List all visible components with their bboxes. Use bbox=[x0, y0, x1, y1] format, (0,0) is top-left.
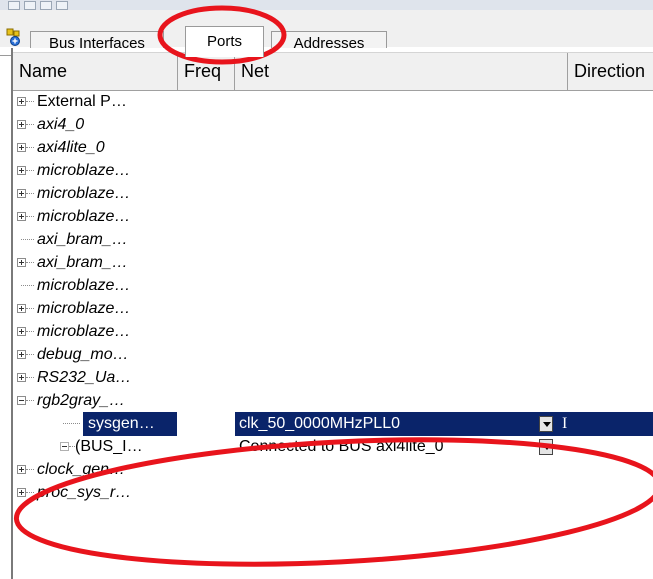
row-label: microblaze… bbox=[37, 300, 131, 317]
row-label: microblaze… bbox=[37, 323, 131, 340]
column-header-name[interactable]: Name bbox=[13, 53, 178, 90]
tree-line bbox=[26, 400, 34, 401]
tree-row-selected[interactable]: sysgen… clk_50_0000MHzPLL0 I bbox=[13, 412, 653, 436]
expand-icon[interactable] bbox=[17, 350, 26, 359]
expand-icon[interactable] bbox=[17, 143, 26, 152]
tab-ports[interactable]: Ports bbox=[185, 26, 264, 57]
row-label: clock_gen… bbox=[37, 461, 126, 478]
toolbar-button-icon[interactable] bbox=[40, 1, 52, 10]
expand-icon[interactable] bbox=[17, 465, 26, 474]
tree-line bbox=[26, 193, 34, 194]
tab-strip: Bus Interfaces Ports Addresses bbox=[0, 10, 653, 57]
tree-line bbox=[26, 308, 34, 309]
expand-icon[interactable] bbox=[17, 304, 26, 313]
tree-line bbox=[26, 147, 34, 148]
row-label: (BUS_I… bbox=[75, 438, 143, 455]
tree-row[interactable]: rgb2gray_… bbox=[13, 389, 653, 413]
row-label: axi_bram_… bbox=[37, 231, 128, 248]
row-label: RS232_Ua… bbox=[37, 369, 132, 386]
chevron-down-icon[interactable] bbox=[539, 416, 553, 432]
tree-row[interactable]: axi_bram_… bbox=[13, 228, 653, 252]
toolbar-button-icon[interactable] bbox=[24, 1, 36, 10]
tree-row[interactable]: microblaze… bbox=[13, 159, 653, 183]
expand-icon[interactable] bbox=[17, 189, 26, 198]
row-label: microblaze… bbox=[37, 162, 131, 179]
row-label: External P… bbox=[37, 93, 127, 110]
tree-row[interactable]: microblaze… bbox=[13, 297, 653, 321]
expand-icon[interactable] bbox=[17, 166, 26, 175]
tree-row[interactable]: microblaze… bbox=[13, 320, 653, 344]
expand-icon[interactable] bbox=[17, 97, 26, 106]
row-label: rgb2gray_… bbox=[37, 392, 126, 409]
tree-line bbox=[63, 423, 80, 424]
tree-line bbox=[26, 170, 34, 171]
tree-row[interactable]: microblaze… bbox=[13, 182, 653, 206]
tree-line bbox=[21, 285, 34, 286]
node-box-icon bbox=[60, 442, 69, 451]
tree-row[interactable]: clock_gen… bbox=[13, 458, 653, 482]
row-label: microblaze… bbox=[37, 185, 131, 202]
direction-value: I bbox=[562, 415, 568, 432]
tree-line bbox=[26, 262, 34, 263]
expand-icon[interactable] bbox=[17, 327, 26, 336]
tree-row[interactable]: External P… bbox=[13, 90, 653, 114]
ports-panel: Name Freq Net Direction External P… axi4… bbox=[11, 48, 653, 579]
tree-row[interactable]: microblaze… bbox=[13, 274, 653, 298]
tree-row[interactable]: microblaze… bbox=[13, 205, 653, 229]
tree-row[interactable]: axi_bram_… bbox=[13, 251, 653, 275]
tree-line bbox=[21, 239, 34, 240]
row-label: sysgen… bbox=[88, 415, 155, 432]
collapse-icon[interactable] bbox=[17, 396, 26, 405]
add-ip-icon[interactable] bbox=[6, 28, 24, 46]
tree-row[interactable]: proc_sys_r… bbox=[13, 481, 653, 505]
tree-line bbox=[26, 331, 34, 332]
tree-row[interactable]: RS232_Ua… bbox=[13, 366, 653, 390]
column-header: Name Freq Net Direction bbox=[13, 52, 653, 91]
expand-icon[interactable] bbox=[17, 373, 26, 382]
tree-line bbox=[26, 377, 34, 378]
column-header-freq[interactable]: Freq bbox=[178, 53, 235, 90]
tree-row[interactable]: debug_mo… bbox=[13, 343, 653, 367]
row-label: debug_mo… bbox=[37, 346, 129, 363]
tree-row[interactable]: (BUS_I… Connected to BUS axi4lite_0 bbox=[13, 435, 653, 459]
chevron-down-icon[interactable] bbox=[539, 439, 553, 455]
expand-icon[interactable] bbox=[17, 120, 26, 129]
net-value[interactable]: Connected to BUS axi4lite_0 bbox=[239, 435, 444, 459]
net-value[interactable]: clk_50_0000MHzPLL0 bbox=[239, 412, 400, 436]
tree-line bbox=[26, 216, 34, 217]
row-label: axi4lite_0 bbox=[37, 139, 105, 156]
tree-line bbox=[26, 124, 34, 125]
tree-row[interactable]: axi4lite_0 bbox=[13, 136, 653, 160]
tree-line bbox=[26, 101, 34, 102]
tree-line bbox=[26, 492, 34, 493]
row-label: microblaze… bbox=[37, 208, 131, 225]
expand-icon[interactable] bbox=[17, 258, 26, 267]
expand-icon[interactable] bbox=[17, 212, 26, 221]
expand-icon[interactable] bbox=[17, 488, 26, 497]
toolbar-button-icon[interactable] bbox=[8, 1, 20, 10]
tree-row[interactable]: axi4_0 bbox=[13, 113, 653, 137]
toolbar-button-icon[interactable] bbox=[56, 1, 68, 10]
row-label: proc_sys_r… bbox=[37, 484, 132, 501]
row-label: axi_bram_… bbox=[37, 254, 128, 271]
tree-line bbox=[26, 469, 34, 470]
row-label: microblaze… bbox=[37, 277, 131, 294]
column-header-direction[interactable]: Direction bbox=[568, 53, 653, 90]
row-label: axi4_0 bbox=[37, 116, 85, 133]
tree-line bbox=[26, 354, 34, 355]
column-header-net[interactable]: Net bbox=[235, 53, 568, 90]
